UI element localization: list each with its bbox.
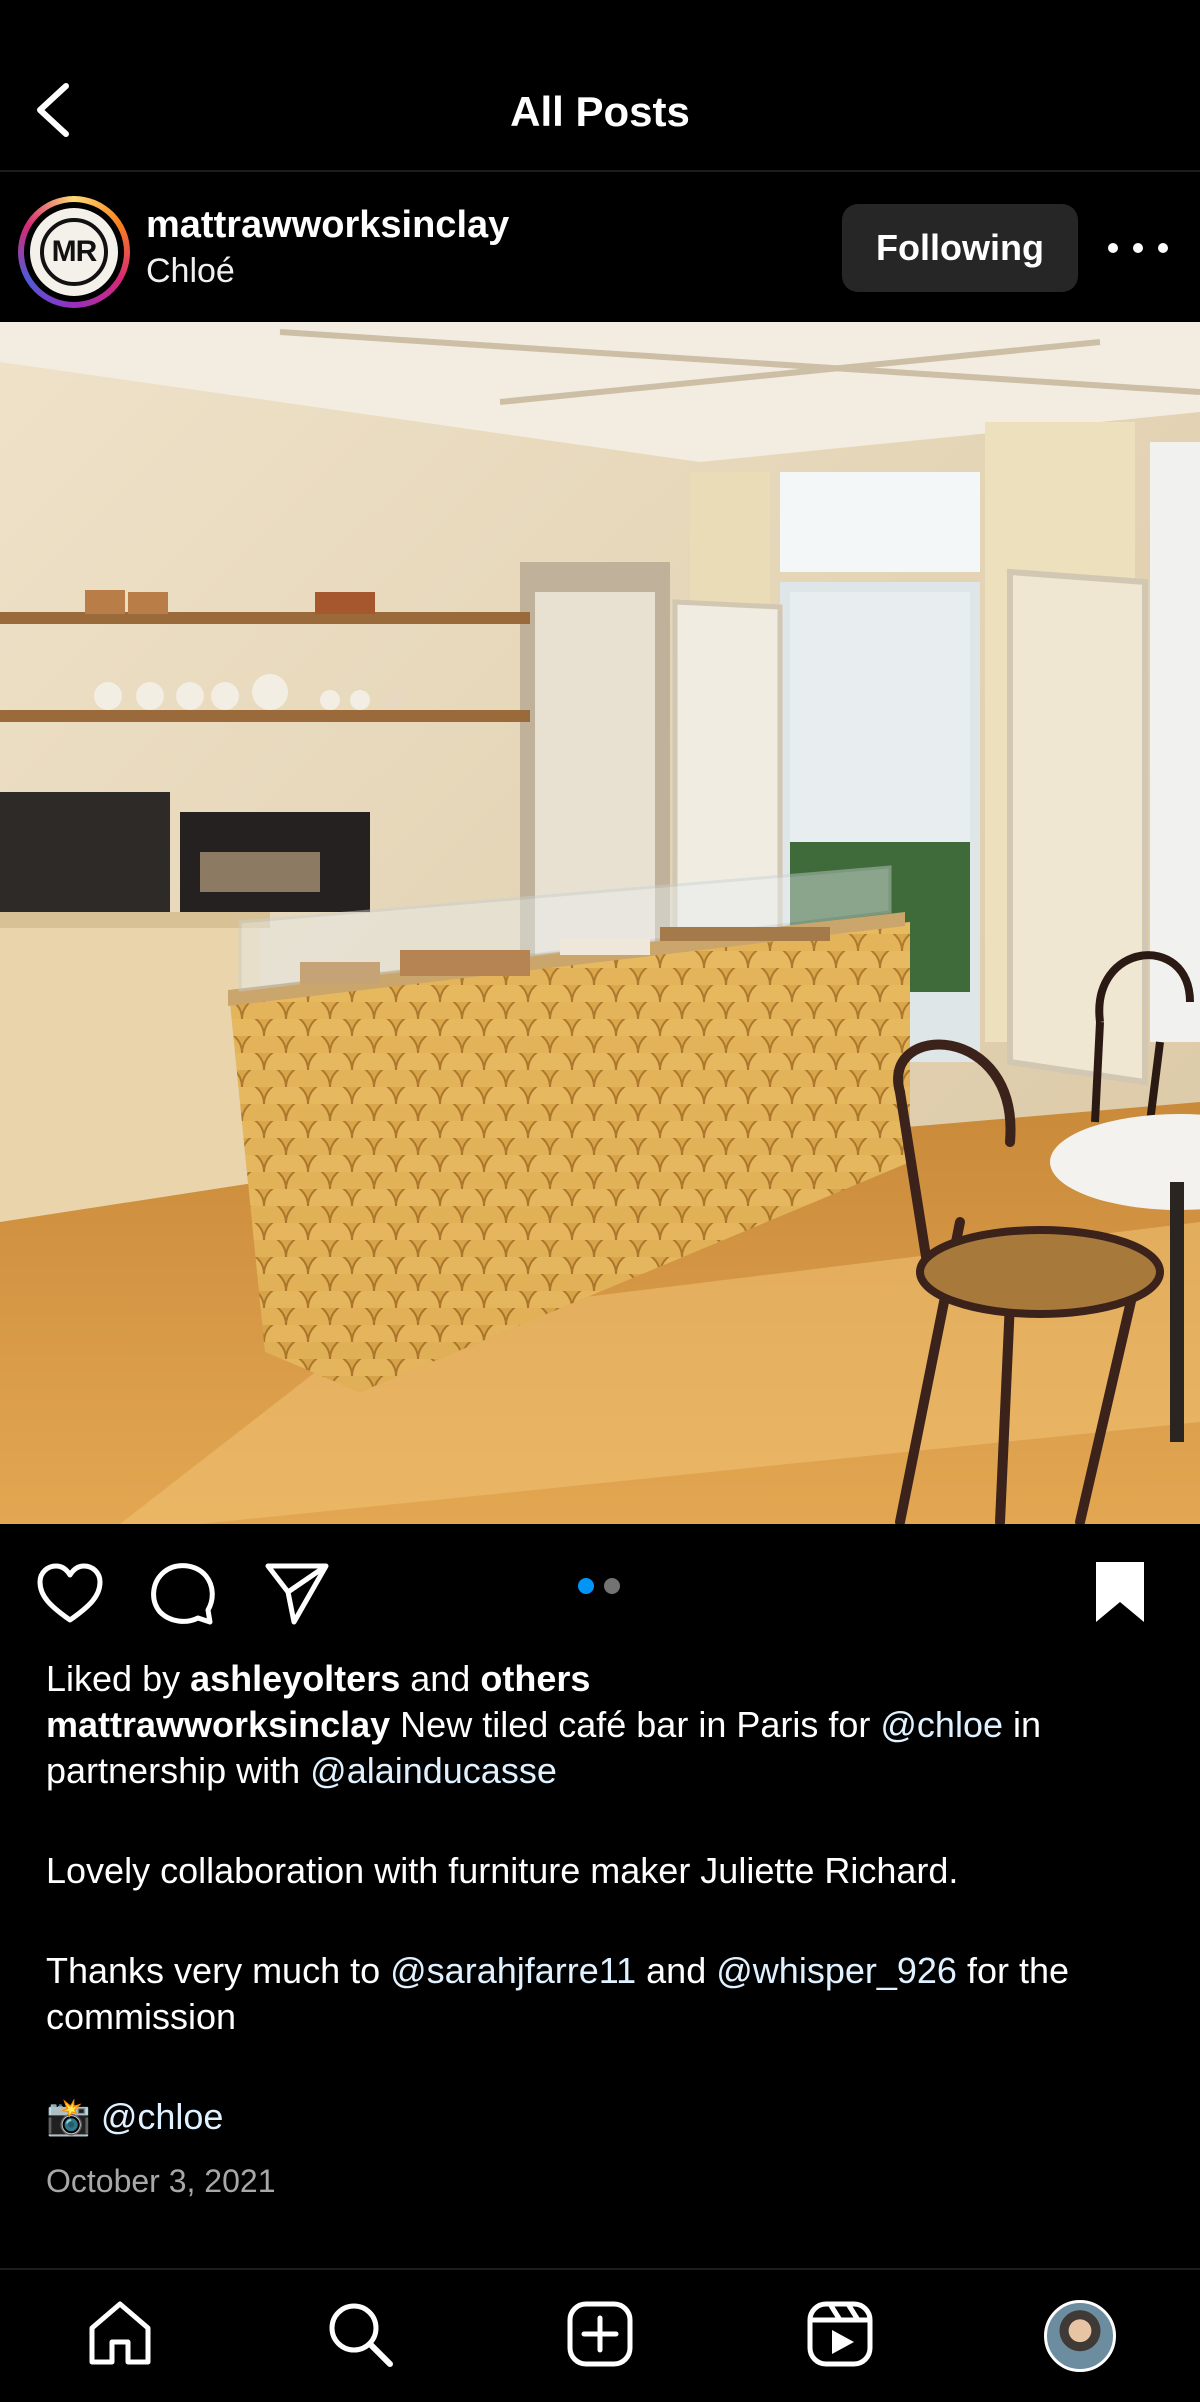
caption-author[interactable]: mattrawworksinclay [46, 1704, 390, 1745]
nav-home[interactable] [82, 2296, 158, 2372]
avatar-initials: MR [40, 218, 108, 286]
post-username[interactable]: mattrawworksinclay [146, 204, 509, 247]
post-date: October 3, 2021 [46, 2163, 276, 2199]
photo-credit: 📸 @chloe [46, 2094, 1156, 2140]
avatar-logo: MR [30, 208, 118, 296]
cafe-photo-illustration [0, 322, 1200, 1524]
post-subtitle[interactable]: Chloé [146, 252, 235, 291]
carousel-indicator [578, 1578, 624, 1596]
home-icon [89, 2301, 151, 2365]
nav-reels[interactable] [802, 2296, 878, 2372]
post-actions [0, 1524, 1200, 1656]
mention-chloe[interactable]: @chloe [880, 1704, 1003, 1745]
nav-create[interactable] [562, 2296, 638, 2372]
comment-button[interactable] [150, 1560, 216, 1631]
mention-alainducasse[interactable]: @alainducasse [310, 1750, 557, 1791]
bookmark-icon [1096, 1562, 1144, 1622]
camera-emoji: 📸 [46, 2096, 91, 2137]
heart-icon [37, 1563, 103, 1623]
carousel-dot [604, 1578, 620, 1594]
liked-by-user[interactable]: ashleyolters [190, 1658, 400, 1699]
following-button[interactable]: Following [842, 204, 1078, 292]
top-bar: All Posts [0, 0, 1200, 170]
reels-icon [807, 2301, 873, 2367]
post-caption: Liked by ashleyolters and others mattraw… [46, 1656, 1156, 2204]
send-icon [265, 1563, 329, 1625]
mention-whisper-926[interactable]: @whisper_926 [716, 1950, 957, 1991]
create-icon [567, 2301, 633, 2367]
caption-text: mattrawworksinclay New tiled café bar in… [46, 1704, 1042, 1791]
save-button[interactable] [1094, 1560, 1146, 1629]
like-button[interactable] [36, 1562, 104, 1629]
post-image[interactable] [0, 322, 1200, 1524]
comment-icon [151, 1563, 215, 1625]
bottom-nav [0, 2268, 1200, 2402]
search-icon [329, 2303, 393, 2367]
more-horizontal-icon[interactable] [1108, 228, 1168, 268]
share-button[interactable] [264, 1560, 330, 1631]
mention-sarahjfarre11[interactable]: @sarahjfarre11 [390, 1950, 636, 1991]
liked-by-others[interactable]: others [480, 1658, 590, 1699]
caption-paragraph-3: Thanks very much to @sarahjfarre11 and @… [46, 1950, 1070, 2037]
story-avatar[interactable]: MR [18, 196, 130, 308]
page-title: All Posts [510, 88, 690, 135]
profile-avatar[interactable] [1044, 2300, 1116, 2372]
mention-chloe-credit[interactable]: @chloe [101, 2096, 224, 2137]
caption-paragraph-2: Lovely collaboration with furniture make… [46, 1850, 959, 1891]
carousel-dot-active [578, 1578, 594, 1594]
liked-by: Liked by ashleyolters and others [46, 1658, 591, 1699]
nav-search[interactable] [322, 2296, 398, 2372]
post-header: MR mattrawworksinclay Chloé Following [0, 172, 1200, 322]
